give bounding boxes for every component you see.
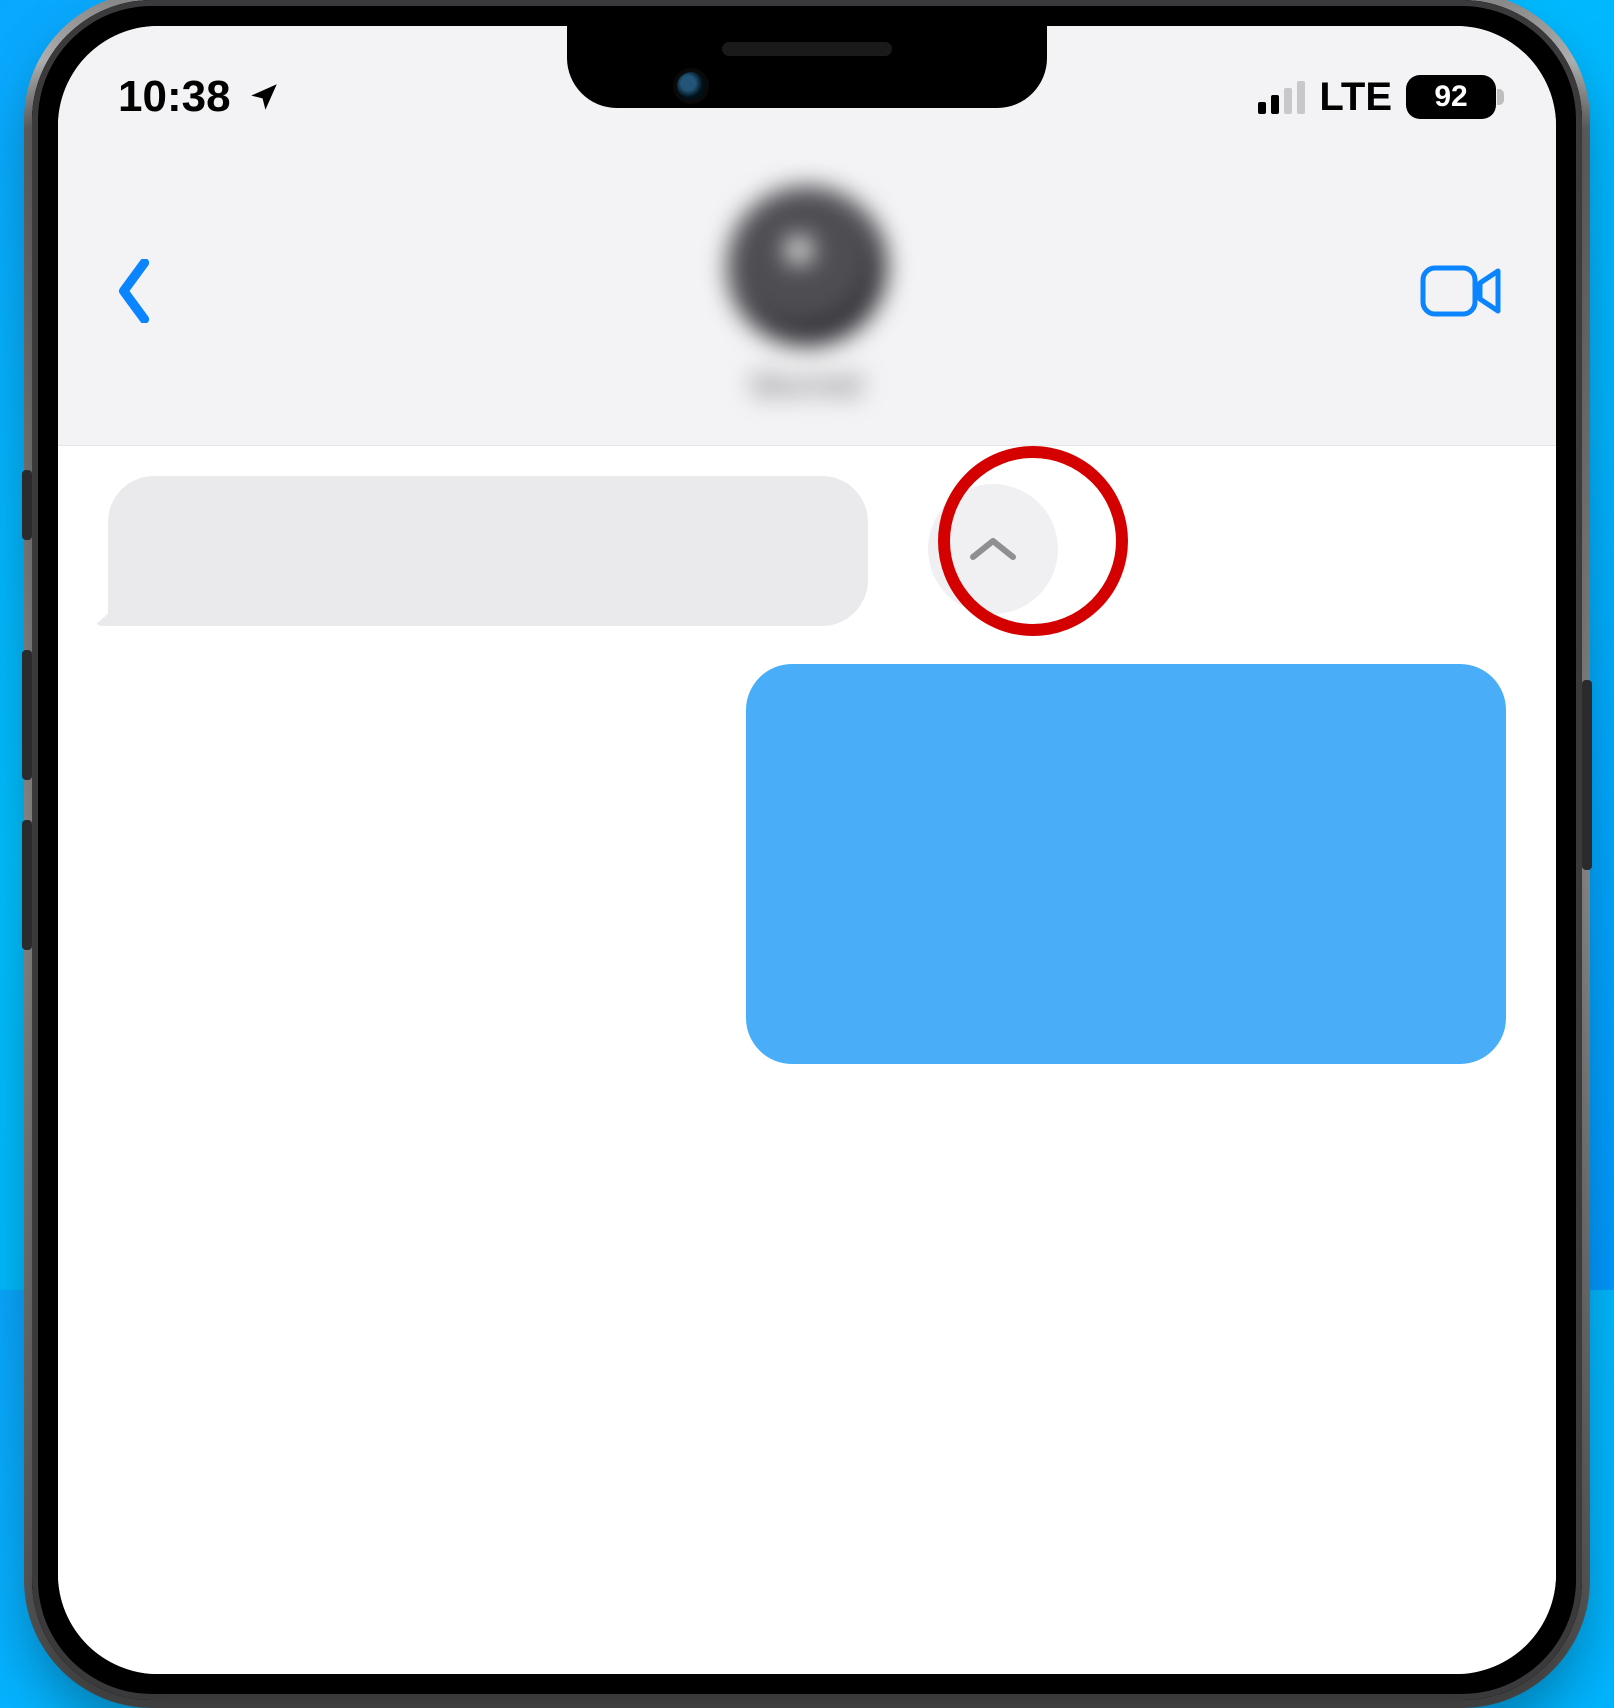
back-button[interactable] [100, 256, 170, 326]
mute-switch[interactable] [22, 470, 32, 540]
contact-info[interactable]: blurred [727, 186, 887, 405]
battery-indicator: 92 [1406, 75, 1496, 119]
outgoing-message-bubble[interactable] [746, 664, 1506, 1064]
screen: 10:38 LTE 92 [58, 26, 1556, 1674]
scroll-up-button[interactable] [928, 484, 1058, 614]
incoming-message-bubble[interactable] [108, 476, 868, 626]
front-camera [677, 72, 705, 100]
battery-percent: 92 [1434, 80, 1467, 114]
network-label: LTE [1319, 75, 1392, 120]
status-time: 10:38 [118, 72, 231, 122]
facetime-button[interactable] [1414, 256, 1510, 326]
cell-signal-icon [1258, 80, 1305, 114]
chevron-left-icon [116, 259, 154, 323]
video-camera-icon [1420, 263, 1504, 319]
location-arrow-icon [247, 80, 281, 114]
volume-up-button[interactable] [22, 650, 32, 780]
conversation-header: blurred [58, 146, 1556, 446]
contact-name: blurred [752, 366, 861, 405]
earpiece [722, 42, 892, 56]
chevron-up-icon [967, 533, 1019, 565]
phone-frame: 10:38 LTE 92 [32, 0, 1582, 1700]
power-button[interactable] [1582, 680, 1592, 870]
volume-down-button[interactable] [22, 820, 32, 950]
conversation-view[interactable] [58, 446, 1556, 1674]
avatar [727, 186, 887, 346]
notch [567, 26, 1047, 108]
